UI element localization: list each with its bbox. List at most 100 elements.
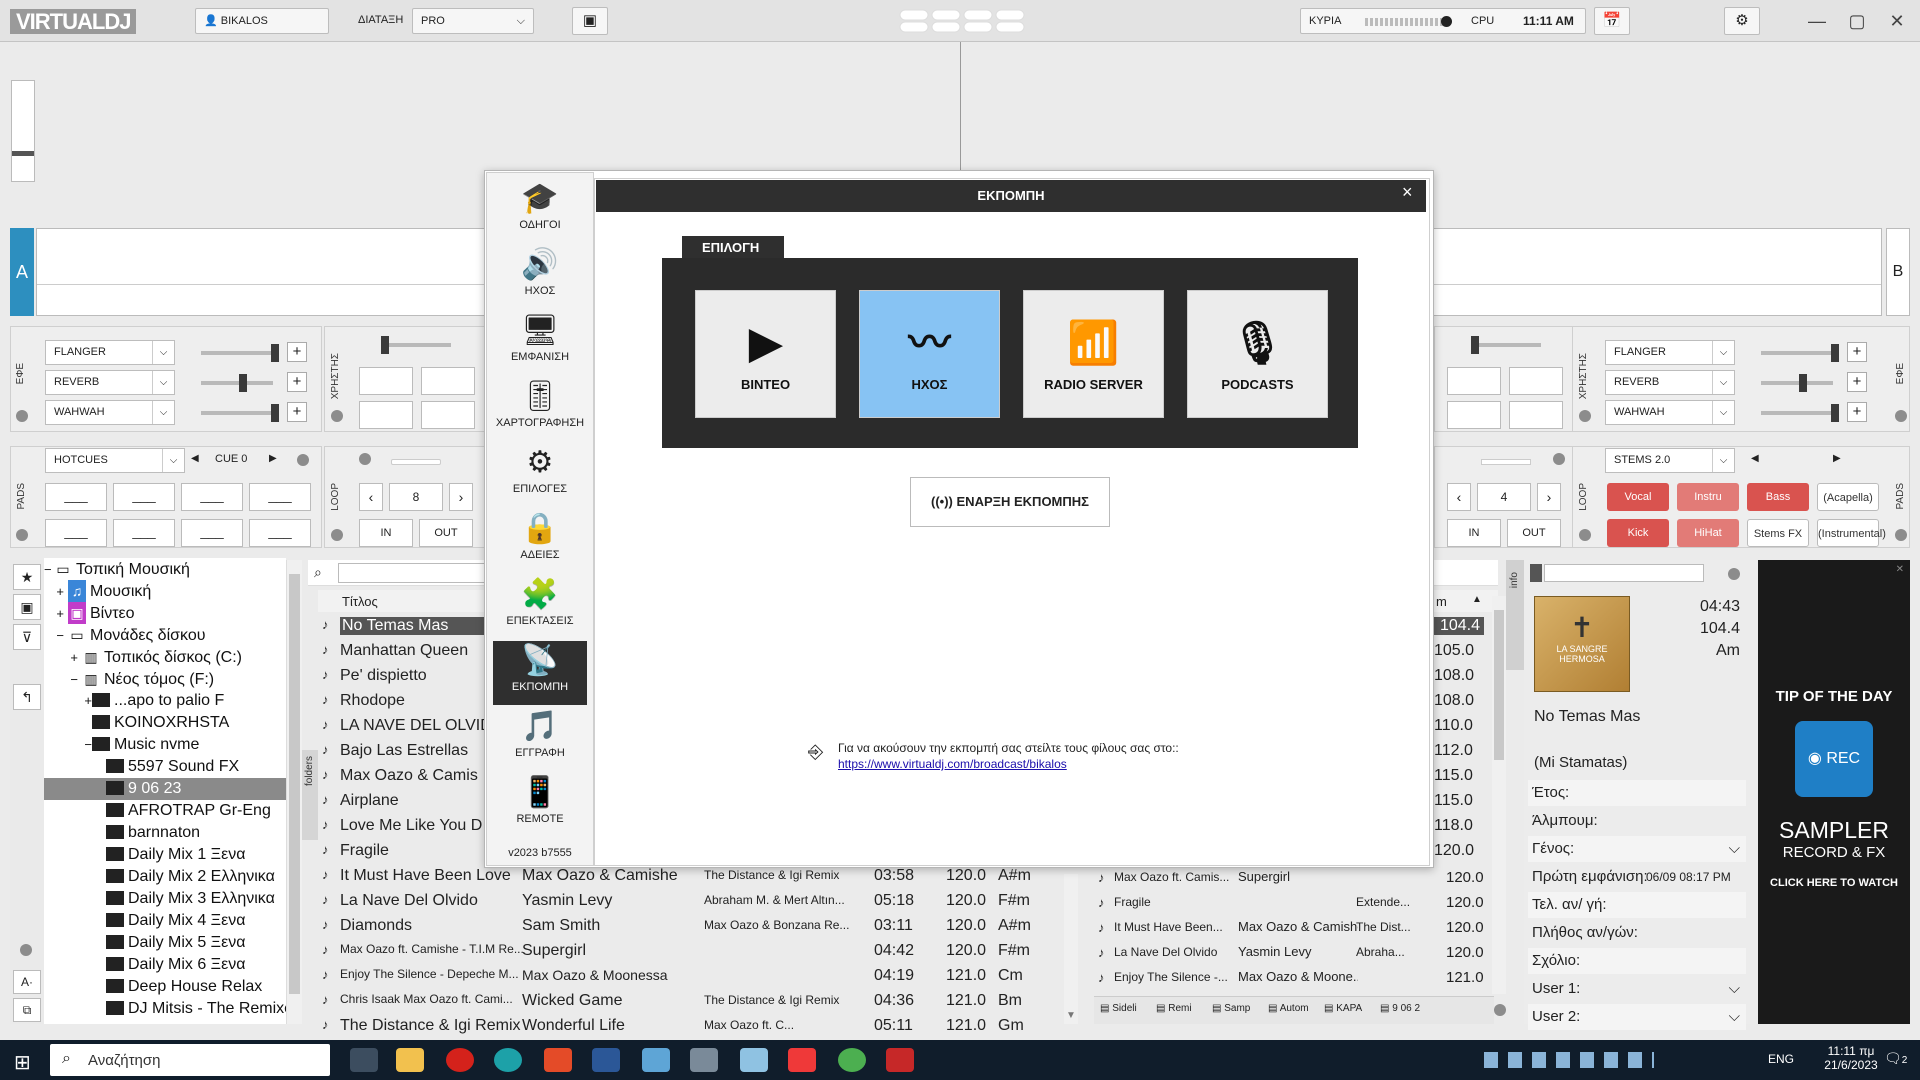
tree-item[interactable]: Daily Mix 1 Ξενα: [44, 844, 286, 866]
app-icon[interactable]: [642, 1048, 670, 1072]
bottom-tab-4[interactable]: ▤ Autom: [1268, 1003, 1322, 1014]
info-field[interactable]: Πλήθος αν/γών:: [1528, 920, 1746, 946]
tree-item[interactable]: Daily Mix 6 Ξενα: [44, 954, 286, 976]
layout-select[interactable]: PRO ⌵: [412, 8, 534, 34]
tree-item[interactable]: Daily Mix 2 Ελληνικα: [44, 866, 286, 888]
start-broadcast-button[interactable]: ((•)) ΕΝΑΡΞΗ ΕΚΠΟΜΠΗΣ: [910, 477, 1110, 527]
settings-nav-gear[interactable]: ⚙ ΕΠΙΛΟΓΕΣ: [493, 443, 587, 507]
window-icon[interactable]: ⧉: [13, 998, 41, 1022]
favorites-star-icon[interactable]: ★: [13, 564, 41, 590]
sidelist-row[interactable]: ♪ La Nave Del Olvido Yasmin Levy Abraha... 1…: [1096, 941, 1492, 966]
table-row[interactable]: ♪ Max Oazo ft. Camishe - T.I.M Re... Super…: [318, 939, 1068, 964]
brave-icon[interactable]: [544, 1048, 572, 1072]
fx-select-3[interactable]: WAHWAH ⌵: [1605, 400, 1735, 425]
settings-nav-monitor[interactable]: 🖥 ΕΜΦΑΝΙΣΗ: [493, 311, 587, 375]
pad-7[interactable]: ___: [181, 519, 243, 547]
loop-out-button-right[interactable]: OUT: [1507, 519, 1561, 547]
taskbar-search[interactable]: ⌕ Αναζήτηση: [50, 1044, 330, 1076]
bottom-tab-3[interactable]: ▤ Samp: [1212, 1003, 1266, 1014]
fx-plus-button-3[interactable]: +: [1847, 402, 1867, 422]
bottom-tab-6[interactable]: ▤ 9 06 2: [1380, 1003, 1434, 1014]
tree-item[interactable]: − ▥ Νέος τόμος (F:): [44, 668, 286, 690]
loop-dot[interactable]: [359, 453, 371, 465]
user-slot-r2[interactable]: [1509, 367, 1563, 395]
fx-slider-2[interactable]: [1761, 374, 1833, 392]
file-explorer-icon[interactable]: [396, 1048, 424, 1072]
info-field[interactable]: Τελ. αν/ γή:: [1528, 892, 1746, 918]
word-icon[interactable]: [592, 1048, 620, 1072]
info-led[interactable]: [1728, 568, 1740, 580]
taskbar-clock[interactable]: 11:11 πμ 21/6/2023: [1816, 1044, 1886, 1072]
settings-nav-lock[interactable]: 🔒 ΑΔΕΙΕΣ: [493, 509, 587, 573]
info-field[interactable]: Πρώτη εμφάνιση: 06/09 08:17 PM: [1528, 864, 1746, 890]
tree-scrollbar[interactable]: [286, 560, 302, 1024]
stem-pad-4[interactable]: (Acapella): [1817, 483, 1879, 511]
bottom-tab-1[interactable]: ▤ Sideli: [1100, 1003, 1154, 1014]
info-field[interactable]: Έτος:: [1528, 780, 1746, 806]
user-slot-1[interactable]: [359, 367, 413, 395]
pads-mode-select[interactable]: HOTCUES ⌵: [45, 448, 185, 473]
sidelist-row[interactable]: ♪ Fragile Extende... 120.0: [1096, 891, 1492, 916]
bottom-tab-2[interactable]: ▤ Remi: [1156, 1003, 1210, 1014]
master-volume-knob[interactable]: [1441, 16, 1452, 27]
settings-nav-puzzle[interactable]: 🧩 ΕΠΕΚΤΑΣΕΙΣ: [493, 575, 587, 639]
user-slot-r4[interactable]: [1509, 401, 1563, 429]
pad-5[interactable]: ___: [45, 519, 107, 547]
close-window-icon[interactable]: ✕: [1880, 8, 1914, 34]
user-led-right[interactable]: [1579, 410, 1591, 422]
user-slider[interactable]: [381, 336, 451, 354]
stems-prev-icon[interactable]: ◀: [1751, 453, 1759, 464]
fx-plus-button-1[interactable]: +: [287, 342, 307, 362]
tree-item[interactable]: − ▭ Μονάδες δίσκου: [44, 624, 286, 646]
fx-led[interactable]: [16, 410, 28, 422]
pads-led[interactable]: [16, 529, 28, 541]
info-tab[interactable]: info: [1506, 560, 1524, 670]
tree-item[interactable]: DJ Mitsis - The Remixes: [44, 998, 286, 1020]
loop-dot-right[interactable]: [1553, 453, 1565, 465]
loop-in-button[interactable]: IN: [359, 519, 413, 547]
settings-nav-speaker[interactable]: 🔊 ΗΧΟΣ: [493, 245, 587, 309]
pads-led-right[interactable]: [1895, 529, 1907, 541]
fx-plus-button-2[interactable]: +: [287, 372, 307, 392]
back-arrow-icon[interactable]: ↰: [13, 684, 41, 710]
vivaldi-icon[interactable]: [788, 1048, 816, 1072]
cue-led[interactable]: [297, 454, 309, 466]
user-slot-r1[interactable]: [1447, 367, 1501, 395]
pad-4[interactable]: ___: [249, 483, 311, 511]
fx-slider-3[interactable]: [1761, 404, 1839, 422]
column-title[interactable]: Τίτλος: [342, 594, 378, 609]
broadcast-option-4[interactable]: 🎙 PODCASTS: [1187, 290, 1328, 418]
tree-item[interactable]: 9 06 23: [44, 778, 286, 800]
chevron-down-icon[interactable]: ⌵: [1729, 980, 1740, 997]
tree-item[interactable]: KOINOXRHSTA: [44, 712, 286, 734]
settings-nav-music-note[interactable]: 🎵 ΕΓΓΡΑΦΗ: [493, 707, 587, 771]
tree-item[interactable]: 5597 Sound FX: [44, 756, 286, 778]
user-slot-3[interactable]: [359, 401, 413, 429]
stem-pad-2[interactable]: Instru: [1677, 483, 1739, 511]
cue-next-icon[interactable]: ▶: [269, 453, 277, 464]
minimize-icon[interactable]: —: [1800, 8, 1834, 34]
user-slot-2[interactable]: [421, 367, 475, 395]
tray-icons[interactable]: [1484, 1052, 1654, 1068]
info-field[interactable]: Γένος: ⌵: [1528, 836, 1746, 862]
sidelist-row[interactable]: ♪ Enjoy The Silence -... Max Oazo & Moone.…: [1096, 966, 1492, 991]
tree-item[interactable]: Daily Mix 3 Ελληνικα: [44, 888, 286, 910]
bottom-tab-5[interactable]: ▤ ΚΑΡΑ: [1324, 1003, 1378, 1014]
filter-icon[interactable]: ⊽: [13, 624, 41, 650]
fx-slider-1[interactable]: [201, 344, 279, 362]
user-led[interactable]: [331, 410, 343, 422]
user-button[interactable]: 👤 BIKALOS: [195, 8, 329, 34]
windows-start-icon[interactable]: ⊞: [14, 1050, 31, 1075]
loop-next-button[interactable]: ›: [449, 483, 473, 511]
tree-item[interactable]: + ▥ Τοπικός δίσκος (C:): [44, 646, 286, 668]
cue-prev-icon[interactable]: ◀: [191, 453, 199, 464]
loop-out-button[interactable]: OUT: [419, 519, 473, 547]
fx-select-2[interactable]: REVERB ⌵: [45, 370, 175, 395]
virtualdj-taskbar-icon[interactable]: [886, 1048, 914, 1072]
broadcast-option-3[interactable]: 📶 RADIO SERVER: [1023, 290, 1164, 418]
chrome-icon[interactable]: [838, 1048, 866, 1072]
info-search[interactable]: [1544, 564, 1704, 582]
folder-add-icon[interactable]: ▣: [13, 594, 41, 620]
fx-select-1[interactable]: FLANGER ⌵: [45, 340, 175, 365]
stem-pad-6[interactable]: HiHat: [1677, 519, 1739, 547]
